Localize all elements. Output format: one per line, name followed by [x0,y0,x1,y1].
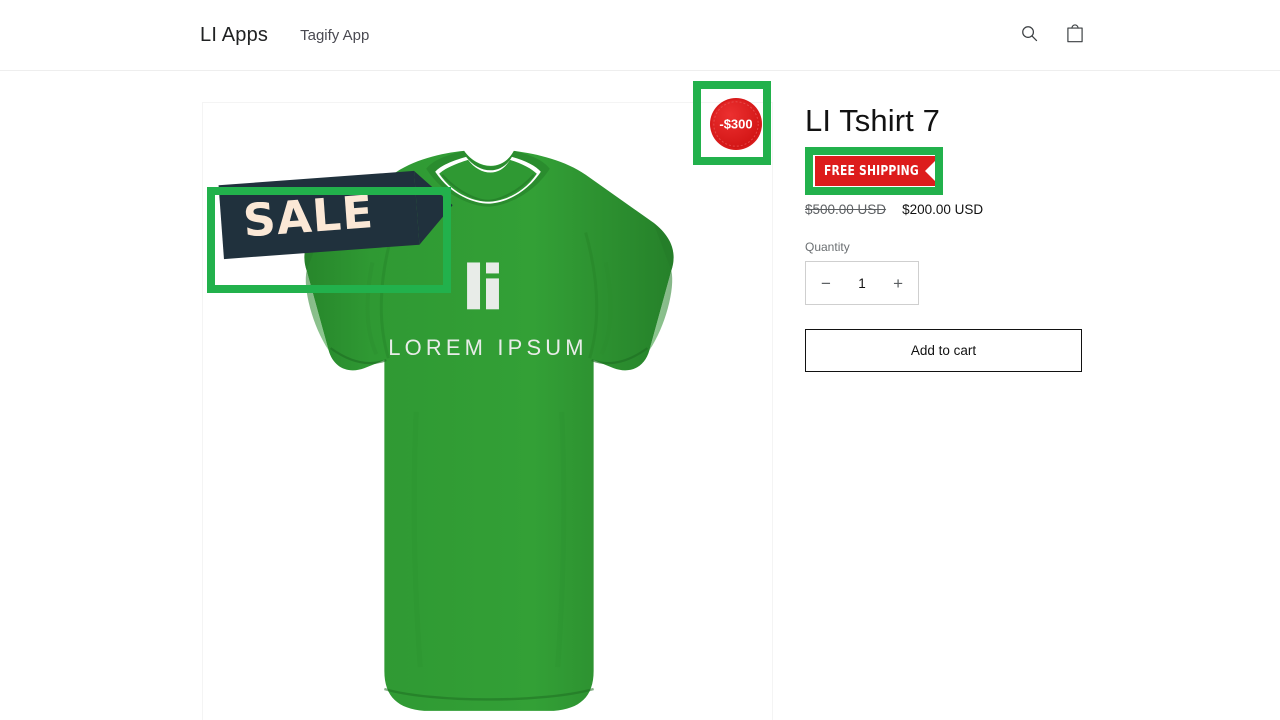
free-shipping-badge-area: FREE SHIPPING [805,147,1135,196]
quantity-value[interactable]: 1 [850,276,874,291]
nav-link-tagify-app[interactable]: Tagify App [298,23,371,48]
shirt-logo-text: LOREM IPSUM [388,335,587,360]
product-info: LI Tshirt 7 FREE SHIPPING $500.00 USD $2… [805,102,1135,720]
main-navigation: Tagify App [298,23,371,48]
product-media: LOREM IPSUM SALE -$300 [202,81,773,720]
product-title: LI Tshirt 7 [805,103,940,138]
free-shipping-badge[interactable]: FREE SHIPPING [815,156,940,187]
product-page: LOREM IPSUM SALE -$300 LI Tshirt 7 FREE … [0,71,1280,720]
search-icon [1020,24,1039,46]
sale-ribbon-badge[interactable]: SALE [218,170,420,260]
current-price: $200.00 USD [902,202,984,218]
compare-at-price: $500.00 USD [805,202,887,218]
discount-circle-badge[interactable]: -$300 [709,97,763,151]
site-header: LI Apps Tagify App [0,0,1280,71]
starburst-circle-icon: -$300 [710,98,762,150]
quantity-decrease-button[interactable]: − [818,271,834,296]
quantity-stepper[interactable]: − 1 + [805,261,919,306]
search-button[interactable] [1016,22,1042,48]
shopping-bag-icon [1065,23,1085,47]
cart-button[interactable] [1062,22,1088,48]
sale-ribbon-label: SALE [241,184,376,247]
quantity-increase-button[interactable]: + [890,271,906,296]
add-to-cart-button[interactable]: Add to cart [805,329,1082,373]
brand-logo[interactable]: LI Apps [200,24,268,47]
header-actions [1016,22,1088,48]
quantity-label: Quantity [805,240,850,255]
free-shipping-label: FREE SHIPPING [824,163,919,179]
discount-amount-label: -$300 [719,117,752,132]
price-row: $500.00 USD $200.00 USD [805,202,1135,217]
